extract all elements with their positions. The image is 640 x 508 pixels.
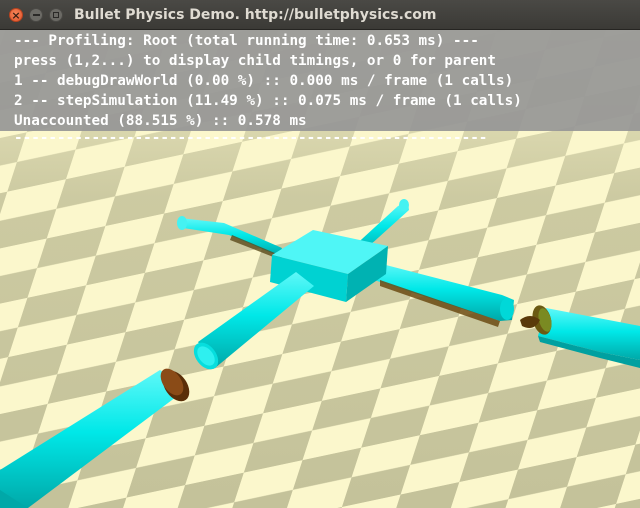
window-title: Bullet Physics Demo. http://bulletphysic… [74,7,437,23]
profiler-overlay: --- Profiling: Root (total running time:… [0,30,640,131]
profiler-entry-stepsimulation: 2 -- stepSimulation (11.49 %) :: 0.075 m… [14,93,522,109]
profiler-hint: press (1,2...) to display child timings,… [14,53,497,69]
minimize-icon[interactable] [29,8,43,22]
profiler-header: --- Profiling: Root (total running time:… [14,33,479,49]
close-icon[interactable]: × [9,8,23,22]
profiler-separator: ----------------------------------------… [14,130,488,140]
maximize-icon[interactable] [49,8,63,22]
profiler-unaccounted: Unaccounted (88.515 %) :: 0.578 ms [14,113,307,129]
title-bar: × Bullet Physics Demo. http://bulletphys… [0,0,640,30]
profiler-entry-debugdraw: 1 -- debugDrawWorld (0.00 %) :: 0.000 ms… [14,73,514,89]
